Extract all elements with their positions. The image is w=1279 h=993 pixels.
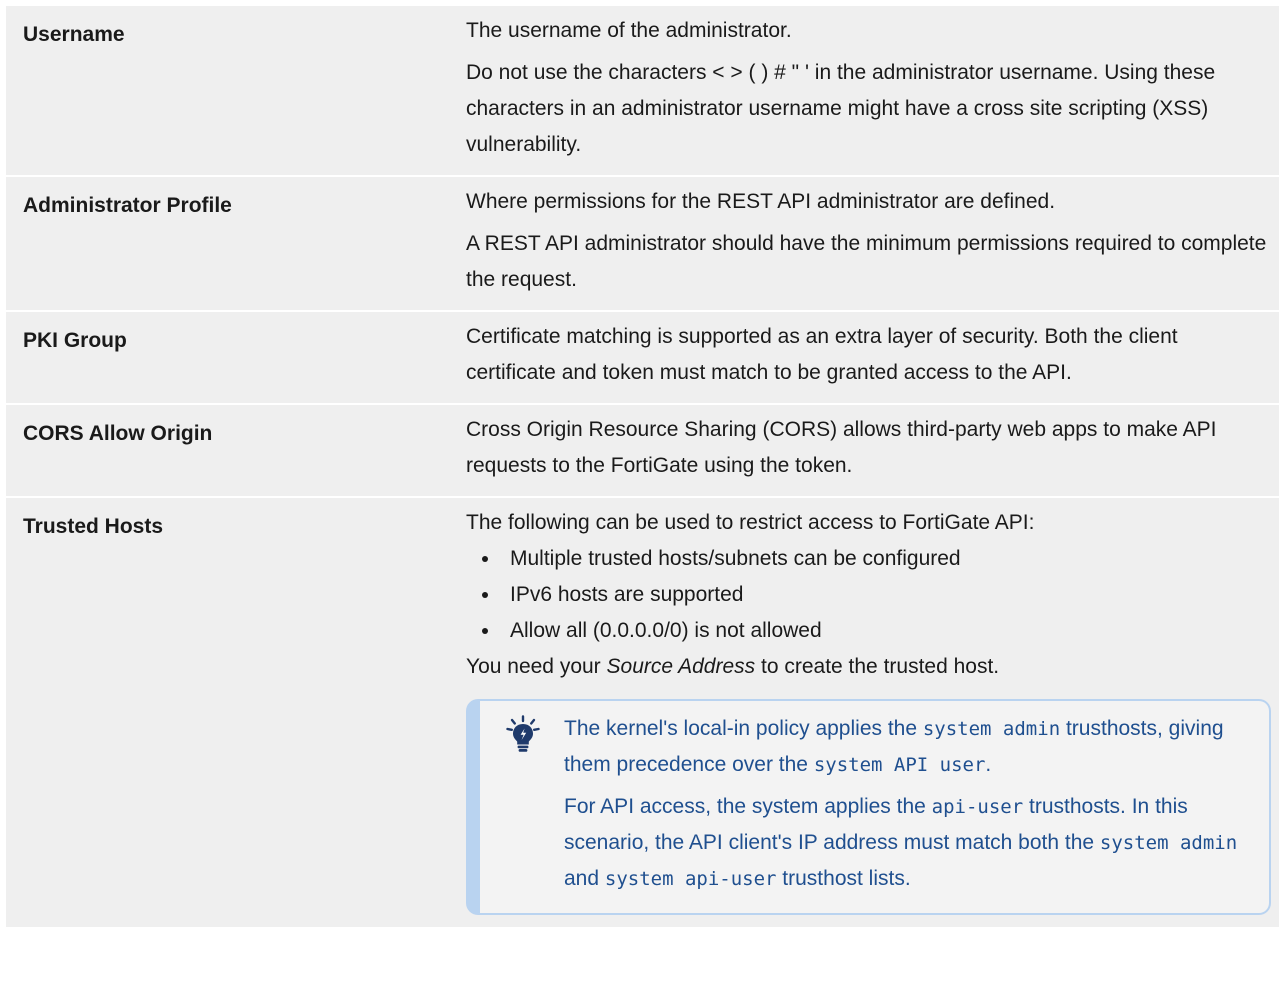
table-row-administrator-profile: Administrator Profile Where permissions … <box>6 177 1279 312</box>
row-description: The following can be used to restrict ac… <box>450 498 1279 927</box>
note-text: and <box>564 867 605 890</box>
inline-code: system admin <box>1099 832 1238 854</box>
row-label: Trusted Hosts <box>23 515 164 538</box>
row-label: PKI Group <box>23 329 127 352</box>
trusted-hosts-list: Multiple trusted hosts/subnets can be co… <box>466 541 1271 649</box>
note-paragraph: The kernel's local-in policy applies the… <box>564 711 1249 783</box>
inline-code: system admin <box>922 718 1061 740</box>
note-text: trusthost lists. <box>776 867 911 890</box>
description-intro: The following can be used to restrict ac… <box>466 511 1035 534</box>
list-item: IPv6 hosts are supported <box>482 577 1271 613</box>
row-description: Certificate matching is supported as an … <box>450 312 1279 403</box>
description-text: Where permissions for the REST API admin… <box>466 190 1056 213</box>
row-description: Where permissions for the REST API admin… <box>450 177 1279 310</box>
table-row-trusted-hosts: Trusted Hosts The following can be used … <box>6 498 1279 929</box>
description-text: Do not use the characters < > ( ) # " ' … <box>466 61 1216 156</box>
note-callout: The kernel's local-in policy applies the… <box>466 699 1271 915</box>
row-label: Username <box>23 23 125 46</box>
source-address-term: Source Address <box>606 655 756 678</box>
outro-text: You need your <box>466 655 607 678</box>
inline-code: api-user <box>931 796 1024 818</box>
table-row-cors-allow-origin: CORS Allow Origin Cross Origin Resource … <box>6 405 1279 498</box>
description-text: The username of the administrator. <box>466 19 792 42</box>
table-row-username: Username The username of the administrat… <box>6 6 1279 177</box>
note-text: For API access, the system applies the <box>564 795 932 818</box>
inline-code: system api-user <box>604 868 777 890</box>
description-text: Certificate matching is supported as an … <box>466 325 1178 384</box>
row-description: The username of the administrator. Do no… <box>450 6 1279 175</box>
description-text: Cross Origin Resource Sharing (CORS) all… <box>466 418 1217 477</box>
settings-table: Username The username of the administrat… <box>6 6 1279 929</box>
inline-code: system API user <box>813 754 986 776</box>
description-text: A REST API administrator should have the… <box>466 232 1267 291</box>
row-label: Administrator Profile <box>23 194 232 217</box>
lightbulb-icon <box>506 715 540 752</box>
outro-text: to create the trusted host. <box>755 655 1000 678</box>
note-text: . <box>985 753 992 776</box>
list-item: Allow all (0.0.0.0/0) is not allowed <box>482 613 1271 649</box>
list-item: Multiple trusted hosts/subnets can be co… <box>482 541 1271 577</box>
description-outro: You need your Source Address to create t… <box>466 649 1271 685</box>
row-description: Cross Origin Resource Sharing (CORS) all… <box>450 405 1279 496</box>
row-label: CORS Allow Origin <box>23 422 213 445</box>
note-paragraph: For API access, the system applies the a… <box>564 789 1249 897</box>
table-row-pki-group: PKI Group Certificate matching is suppor… <box>6 312 1279 405</box>
note-text: The kernel's local-in policy applies the <box>564 717 923 740</box>
